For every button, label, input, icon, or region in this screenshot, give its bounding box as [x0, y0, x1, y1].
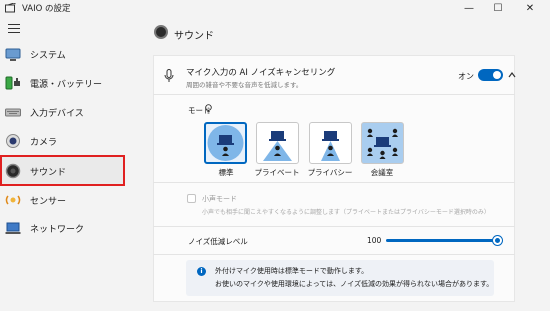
window-title: VAIO の設定 [22, 4, 71, 14]
privacy-mode-icon [321, 131, 340, 161]
info-line-1: 外付けマイク使用時は標準モードで動作します。 [215, 267, 369, 275]
sidebar-item-sound[interactable]: サウンド [0, 155, 125, 186]
sidebar-item-label: ネットワーク [30, 225, 85, 235]
small-voice-label: 小声モード [202, 195, 237, 203]
chevron-up-icon[interactable] [508, 71, 516, 79]
network-icon [5, 222, 21, 234]
divider [153, 226, 515, 227]
mode-conference-button[interactable] [361, 122, 404, 164]
mode-privacy-label: プライバシー [307, 168, 353, 177]
noise-level-value: 100 [367, 236, 382, 245]
page-title: サウンド [174, 31, 214, 42]
sidebar-item-label: サウンド [30, 168, 67, 178]
sidebar-item-label: 電源・バッテリー [30, 80, 103, 90]
mode-privacy-button[interactable] [309, 122, 352, 164]
sidebar-item-input-devices[interactable]: 入力デバイス [0, 98, 125, 126]
menu-icon[interactable] [8, 24, 20, 34]
divider [153, 94, 515, 95]
mode-private-button[interactable] [256, 122, 299, 164]
mode-standard-label: 標準 [218, 168, 234, 177]
sidebar-item-label: センサー [30, 197, 67, 207]
small-voice-checkbox[interactable] [187, 194, 196, 203]
sidebar-item-label: 入力デバイス [30, 109, 84, 119]
sidebar-item-power[interactable]: 電源・バッテリー [0, 69, 125, 97]
sidebar-item-label: システム [30, 51, 66, 61]
microphone-icon [164, 69, 174, 82]
noise-cancel-subtitle: 周囲の雑音や不要な音声を低減します。 [186, 81, 303, 89]
sidebar-item-label: カメラ [30, 138, 58, 148]
keyboard-icon [5, 108, 21, 117]
mode-conference-label: 会議室 [370, 168, 394, 177]
toggle-label: オン [458, 72, 474, 81]
close-button[interactable]: ✕ [516, 0, 544, 17]
speaker-icon [154, 25, 168, 39]
battery-icon [5, 76, 20, 90]
noise-cancel-title: マイク入力の AI ノイズキャンセリング [186, 68, 336, 78]
info-line-2: お使いのマイクや使用環境によっては、ノイズ低減の効果が得られない場合があります。 [215, 280, 494, 288]
private-mode-icon [263, 131, 292, 161]
title-bar: VAIO の設定 — ☐ ✕ [0, 0, 550, 17]
info-icon: i [197, 267, 206, 276]
system-icon [5, 48, 21, 61]
small-voice-description: 小声でも相手に聞こえやすくなるように調整します（プライベートまたはプライバシーモ… [202, 209, 490, 216]
app-icon [5, 3, 16, 13]
minimize-button[interactable]: — [455, 0, 483, 17]
standard-mode-icon [207, 125, 244, 161]
sidebar-item-sensor[interactable]: センサー [0, 186, 125, 214]
mode-standard-button[interactable] [204, 122, 247, 164]
divider [153, 254, 515, 255]
sidebar-item-network[interactable]: ネットワーク [0, 214, 125, 242]
sidebar-item-system[interactable]: システム [0, 40, 125, 68]
camera-icon [6, 134, 20, 148]
conference-mode-icon [367, 128, 398, 159]
lightbulb-icon [205, 104, 212, 114]
speaker-icon [5, 163, 21, 179]
noise-level-label: ノイズ低減レベル [188, 237, 248, 246]
noise-level-slider[interactable] [386, 239, 498, 242]
maximize-button[interactable]: ☐ [484, 0, 512, 17]
mode-private-label: プライベート [254, 168, 300, 177]
sidebar-item-camera[interactable]: カメラ [0, 127, 125, 155]
noise-level-slider-thumb[interactable] [493, 236, 502, 245]
divider [153, 182, 515, 183]
noise-cancel-toggle[interactable] [478, 69, 503, 81]
sensor-icon [5, 195, 21, 205]
